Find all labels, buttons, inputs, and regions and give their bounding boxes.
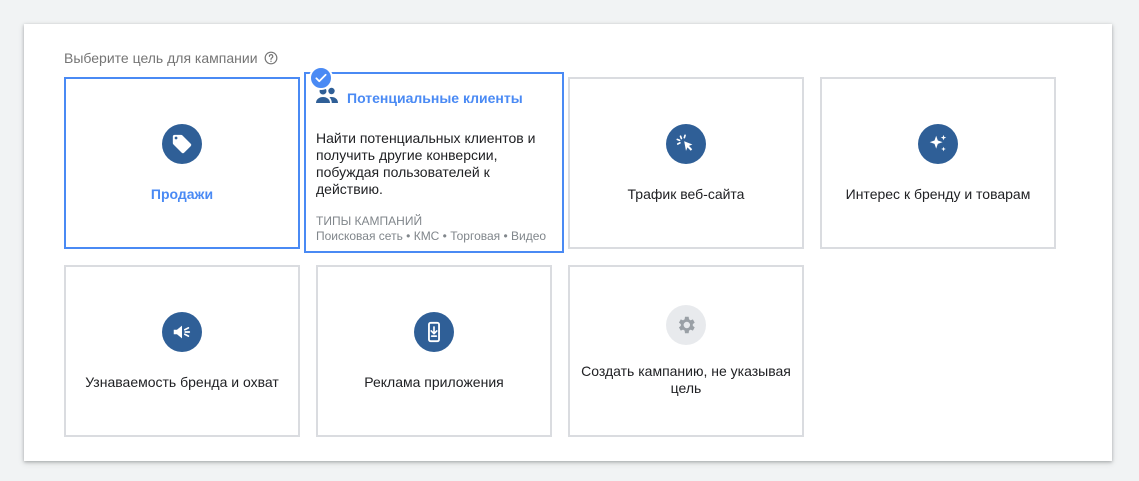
tag-icon	[162, 123, 202, 164]
campaign-goal-panel: Выберите цель для кампании Продажи Потен…	[24, 24, 1112, 461]
goal-card-no-goal-label: Создать кампанию, не указывая цель	[581, 363, 791, 396]
goal-card-app[interactable]: Реклама приложения	[316, 265, 552, 437]
goal-card-leads-title: Потенциальные клиенты	[347, 89, 523, 106]
speaker-icon	[162, 311, 202, 352]
goal-card-brand-consideration-label: Интерес к бренду и товарам	[845, 185, 1031, 202]
goal-card-awareness[interactable]: Узнаваемость бренда и охват	[64, 265, 300, 437]
selected-check-icon	[309, 66, 333, 90]
campaign-types-label: ТИПЫ КАМПАНИЙ	[316, 214, 423, 228]
goal-card-leads[interactable]: Потенциальные клиенты Найти потенциальны…	[304, 72, 564, 253]
goal-card-leads-description: Найти потенциальных клиентов и получить …	[316, 130, 536, 197]
goal-card-no-goal[interactable]: Создать кампанию, не указывая цель	[568, 265, 804, 437]
sparkle-icon	[918, 123, 958, 164]
goal-card-awareness-label: Узнаваемость бренда и охват	[85, 373, 279, 390]
goal-card-brand-consideration[interactable]: Интерес к бренду и товарам	[820, 77, 1056, 249]
goal-card-traffic[interactable]: Трафик веб-сайта	[568, 77, 804, 249]
goal-card-sales-label: Продажи	[150, 185, 214, 202]
help-circle-icon[interactable]	[264, 51, 278, 65]
goal-section-title: Выберите цель для кампании	[64, 50, 278, 66]
goal-card-traffic-label: Трафик веб-сайта	[627, 185, 745, 202]
gear-icon	[666, 305, 706, 345]
goal-card-app-label: Реклама приложения	[364, 373, 504, 390]
goal-card-sales[interactable]: Продажи	[64, 77, 300, 249]
goal-section-title-text: Выберите цель для кампании	[64, 50, 258, 66]
campaign-types-list: Поисковая сеть • КМС • Торговая • Видео	[316, 229, 547, 243]
cursor-click-icon	[666, 123, 706, 164]
phone-download-icon	[414, 311, 454, 352]
